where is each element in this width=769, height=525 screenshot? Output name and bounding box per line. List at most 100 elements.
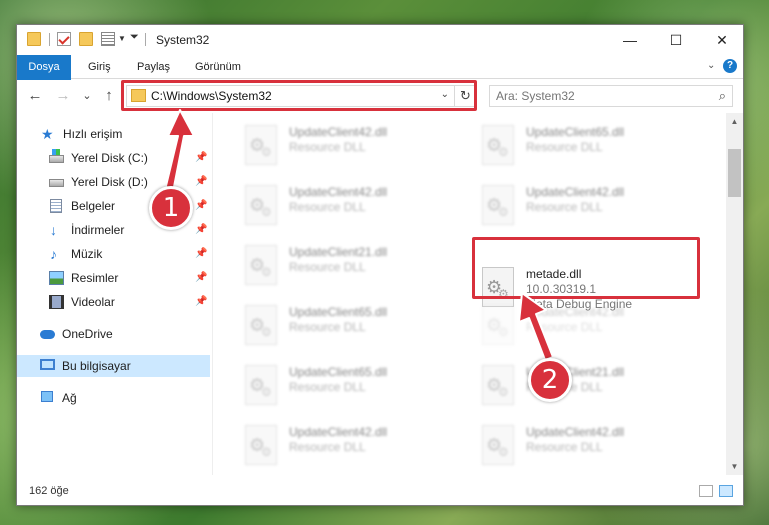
file-item[interactable]: UpdateClient42.dll Resource DLL <box>476 421 696 469</box>
this-pc-icon <box>40 359 55 370</box>
file-item[interactable]: UpdateClient42.dll Resource DLL <box>239 421 459 469</box>
file-description: Resource DLL <box>526 440 603 454</box>
scroll-up-arrow-icon[interactable]: ▲ <box>726 113 743 130</box>
dll-file-icon <box>245 245 277 285</box>
pin-icon[interactable]: 📌 <box>195 291 207 313</box>
dll-file-icon <box>482 425 514 465</box>
pin-icon[interactable]: 📌 <box>195 219 207 241</box>
view-properties-icon[interactable] <box>101 32 115 46</box>
callout-1: 1 <box>149 186 193 230</box>
file-description: Resource DLL <box>289 260 366 274</box>
file-name: UpdateClient65.dll <box>289 305 388 319</box>
file-description: Resource DLL <box>289 440 366 454</box>
file-item[interactable]: UpdateClient42.dll Resource DLL <box>239 181 459 229</box>
file-name: UpdateClient42.dll <box>526 185 625 199</box>
pin-icon[interactable]: 📌 <box>195 195 207 217</box>
search-icon[interactable]: ⌕ <box>719 88 726 104</box>
dll-file-icon <box>245 425 277 465</box>
sidebar-item-videos[interactable]: Videolar 📌 <box>17 291 210 313</box>
file-description: Resource DLL <box>526 320 603 334</box>
sidebar-item-label: Resimler <box>71 271 119 285</box>
chevron-down-icon[interactable]: ⌄ <box>441 89 449 100</box>
details-view-button[interactable] <box>699 485 713 497</box>
help-icon[interactable]: ? <box>723 59 737 73</box>
item-count: 162 öğe <box>29 485 69 497</box>
sidebar-item-local-disk-c[interactable]: Yerel Disk (C:) 📌 <box>17 147 210 169</box>
close-button[interactable]: ✕ <box>699 25 745 55</box>
file-item[interactable]: UpdateClient65.dll Resource DLL <box>476 121 696 169</box>
file-description: Resource DLL <box>289 200 366 214</box>
address-path[interactable]: C:\Windows\System32 <box>151 89 272 103</box>
refresh-button[interactable]: ↻ <box>454 85 476 107</box>
navigation-pane: ★ Hızlı erişim Yerel Disk (C:) 📌 Yerel D… <box>17 113 212 475</box>
dll-file-icon <box>482 185 514 225</box>
ribbon-tabs: Dosya Giriş Paylaş Görünüm ⌄ ? <box>17 55 743 103</box>
quick-access-star-icon: ★ <box>41 126 54 142</box>
scroll-down-arrow-icon[interactable]: ▼ <box>726 458 743 475</box>
sidebar-item-music[interactable]: ♪ Müzik 📌 <box>17 243 210 265</box>
file-item[interactable]: UpdateClient42.dll Resource DLL <box>239 121 459 169</box>
large-icons-view-button[interactable] <box>719 485 733 497</box>
dll-file-icon <box>482 305 514 345</box>
sidebar-item-onedrive[interactable]: OneDrive <box>17 323 210 345</box>
file-description: Resource DLL <box>526 200 603 214</box>
file-description: Resource DLL <box>289 380 366 394</box>
maximize-button[interactable]: ☐ <box>653 25 699 55</box>
customize-toolbar-icon[interactable]: ⏷ <box>130 31 139 44</box>
sidebar-item-label: Yerel Disk (C:) <box>71 151 148 165</box>
properties-check-icon[interactable] <box>57 32 71 46</box>
recent-locations-button[interactable]: ⌄ <box>77 86 97 106</box>
sidebar-item-this-pc[interactable]: Bu bilgisayar <box>17 355 210 377</box>
back-button[interactable]: ← <box>25 86 45 106</box>
file-version: 10.0.30319.1 <box>526 282 597 296</box>
divider <box>49 33 50 46</box>
vertical-scrollbar[interactable]: ▲ ▼ <box>726 113 743 475</box>
sidebar-item-label: Videolar <box>71 295 115 309</box>
file-item[interactable]: UpdateClient42.dll Resource DLL <box>476 301 696 349</box>
sidebar-item-label: Ağ <box>62 391 77 405</box>
file-explorer-window: ▼ ⏷ System32 — ☐ ✕ Dosya Giriş Paylaş Gö… <box>16 24 744 506</box>
dll-file-icon <box>245 125 277 165</box>
dll-file-icon <box>245 365 277 405</box>
file-name: UpdateClient42.dll <box>289 425 388 439</box>
local-disk-d-icon <box>49 179 64 187</box>
sidebar-item-pictures[interactable]: Resimler 📌 <box>17 267 210 289</box>
file-item[interactable]: UpdateClient65.dll Resource DLL <box>239 361 459 409</box>
callout-2: 2 <box>528 358 572 402</box>
tab-share[interactable]: Paylaş <box>137 55 170 79</box>
sidebar-item-label: Belgeler <box>71 199 116 213</box>
forward-button[interactable]: → <box>53 86 73 106</box>
file-item[interactable]: UpdateClient21.dll Resource DLL <box>476 361 696 409</box>
dll-file-icon <box>482 125 514 165</box>
file-name: UpdateClient42.dll <box>526 425 625 439</box>
sidebar-item-quick-access[interactable]: ★ Hızlı erişim <box>17 123 210 145</box>
local-disk-c-icon <box>49 149 64 163</box>
pin-icon[interactable]: 📌 <box>195 171 207 193</box>
chevron-down-icon[interactable]: ⌄ <box>707 60 715 71</box>
file-item[interactable]: UpdateClient65.dll Resource DLL <box>239 301 459 349</box>
pin-icon[interactable]: 📌 <box>195 147 207 169</box>
file-description: Resource DLL <box>289 140 366 154</box>
sidebar-item-label: Bu bilgisayar <box>62 359 131 373</box>
sidebar-item-label: İndirmeler <box>71 223 125 237</box>
file-item[interactable]: UpdateClient21.dll Resource DLL <box>239 241 459 289</box>
chevron-down-icon[interactable]: ▼ <box>118 34 126 43</box>
search-input[interactable] <box>490 86 700 106</box>
address-bar[interactable]: C:\Windows\System32 ⌄ <box>126 85 476 107</box>
pin-icon[interactable]: 📌 <box>195 243 207 265</box>
search-box[interactable]: ⌕ <box>489 85 733 107</box>
sidebar-item-network[interactable]: Ağ <box>17 387 210 409</box>
sidebar-item-label: OneDrive <box>62 327 113 341</box>
tab-home[interactable]: Giriş <box>88 55 111 79</box>
file-name: UpdateClient42.dll <box>526 305 625 319</box>
tab-view[interactable]: Görünüm <box>195 55 241 79</box>
new-folder-icon[interactable] <box>79 32 93 46</box>
minimize-button[interactable]: — <box>607 25 653 55</box>
pin-icon[interactable]: 📌 <box>195 267 207 289</box>
scrollbar-thumb[interactable] <box>728 149 741 197</box>
file-item[interactable]: UpdateClient42.dll Resource DLL <box>476 181 696 229</box>
music-icon: ♪ <box>50 246 57 262</box>
up-button[interactable]: ↑ <box>99 86 119 106</box>
onedrive-icon <box>40 330 55 339</box>
title-bar: ▼ ⏷ System32 — ☐ ✕ <box>17 25 743 55</box>
